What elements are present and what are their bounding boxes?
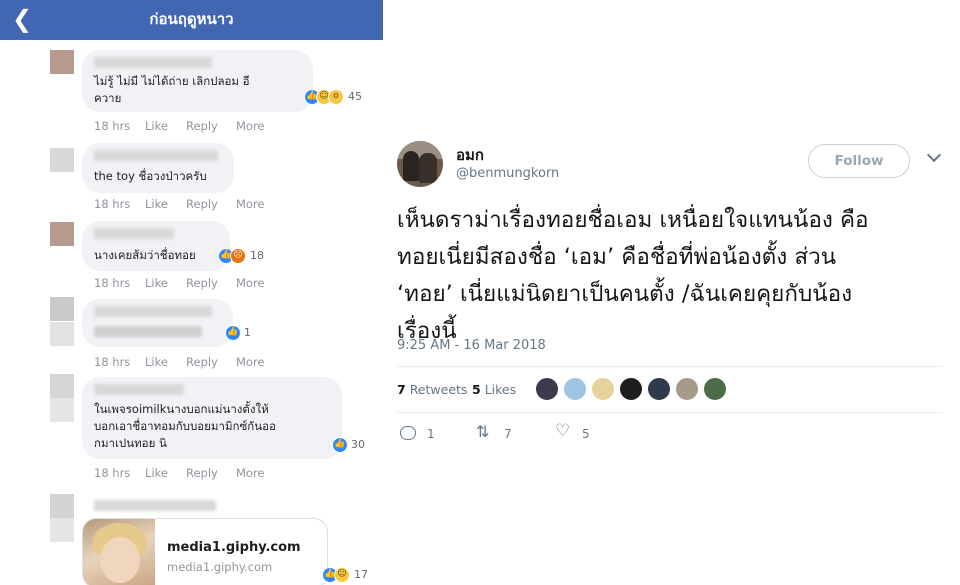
like-reaction-icon: 👍 [332, 437, 348, 453]
avatar[interactable] [397, 141, 443, 187]
avatar[interactable] [50, 50, 74, 74]
tweet-panel: อมก @benmungkorn Follow เห็นดราม่าเรื่อง… [383, 0, 960, 585]
reaction-summary[interactable]: 👍 30 [332, 436, 376, 454]
link-preview-card[interactable]: media1.giphy.com media1.giphy.com [82, 518, 328, 585]
tweet-text: เห็นดราม่าเรื่องทอยชื่อเอม เหนื่อยใจแทนน… [397, 202, 942, 350]
avatar[interactable] [50, 297, 74, 321]
like-reaction-icon: 👍 [225, 325, 241, 341]
reply-count: 1 [427, 427, 435, 441]
comment-time: 18 hrs [94, 197, 131, 211]
blurred-commenter-name[interactable] [94, 384, 184, 395]
reply-link[interactable]: Reply [186, 466, 218, 480]
avatar[interactable] [50, 222, 74, 246]
avatar-placeholder [50, 322, 74, 346]
liker-avatar[interactable] [647, 377, 671, 401]
retweets-stat[interactable]: 7 Retweets [397, 382, 467, 397]
like-link[interactable]: Like [145, 355, 168, 369]
reply-icon [400, 426, 416, 440]
wow-reaction-icon: o [328, 89, 344, 105]
liker-avatar[interactable] [675, 377, 699, 401]
more-link[interactable]: More [236, 197, 265, 211]
comment-text: the toy ชื่อวงป่าวครับ [94, 169, 207, 183]
chevron-down-icon[interactable] [926, 147, 942, 163]
likes-count: 5 [472, 382, 481, 397]
liker-avatar[interactable] [703, 377, 727, 401]
tweet-text-line: ทอยเนี่ยมีสองชื่อ ‘เอม’ คือชื่อที่พ่อน้อ… [397, 244, 837, 270]
retweets-count: 7 [397, 382, 406, 397]
reply-link[interactable]: Reply [186, 197, 218, 211]
blurred-commenter-name[interactable] [94, 500, 216, 511]
avatar-placeholder [50, 398, 74, 422]
like-count: 5 [582, 427, 590, 441]
blurred-commenter-name[interactable] [94, 306, 212, 317]
liker-avatar[interactable] [535, 377, 559, 401]
more-link[interactable]: More [236, 466, 265, 480]
chevron-left-icon[interactable]: ❮ [12, 6, 32, 32]
reaction-summary[interactable]: 👍 ☹ 18 [218, 247, 268, 265]
reaction-summary[interactable]: 👍 1 [225, 324, 265, 342]
fb-header: ก่อนฤดูหนาว ❮ [0, 0, 383, 40]
comment-time: 18 hrs [94, 355, 131, 369]
liker-avatar[interactable] [563, 377, 587, 401]
divider [397, 412, 943, 413]
liker-avatar[interactable] [591, 377, 615, 401]
avatar[interactable] [50, 374, 74, 398]
like-link[interactable]: Like [145, 466, 168, 480]
retweet-count: 7 [504, 427, 512, 441]
reaction-count: 18 [250, 249, 264, 262]
like-link[interactable]: Like [145, 119, 168, 133]
blurred-comment-text [94, 326, 202, 337]
reaction-count: 45 [348, 90, 362, 103]
blurred-commenter-name[interactable] [94, 228, 174, 239]
reaction-summary[interactable]: 👍 ☺ 17 [322, 566, 372, 584]
likes-label: Likes [484, 382, 517, 397]
tweet-display-name[interactable]: อมก [456, 143, 484, 167]
blurred-commenter-name[interactable] [94, 150, 218, 161]
heart-icon: ♡ [555, 421, 571, 441]
like-link[interactable]: Like [145, 276, 168, 290]
like-link[interactable]: Like [145, 197, 168, 211]
comment-text: ในเพจรoimilkนางบอกแม่นางตั้งให้ บอกเอาชื… [94, 402, 276, 450]
reply-link[interactable]: Reply [186, 355, 218, 369]
link-title: media1.giphy.com [167, 540, 301, 555]
reply-link[interactable]: Reply [186, 119, 218, 133]
avatar-placeholder [50, 518, 74, 542]
retweet-icon: ⇅ [476, 422, 490, 441]
liker-avatar[interactable] [619, 377, 643, 401]
avatar[interactable] [50, 494, 74, 518]
comment-time: 18 hrs [94, 119, 131, 133]
reaction-count: 17 [354, 568, 368, 581]
follow-button[interactable]: Follow [808, 144, 910, 178]
reaction-count: 1 [244, 326, 251, 339]
haha-reaction-icon: ☺ [334, 567, 350, 583]
more-link[interactable]: More [236, 119, 265, 133]
comment-time: 18 hrs [94, 276, 131, 290]
tweet-text-line: เห็นดราม่าเรื่องทอยชื่อเอม เหนื่อยใจแทนน… [397, 207, 869, 233]
tweet-timestamp[interactable]: 9:25 AM - 16 Mar 2018 [397, 338, 546, 353]
link-domain: media1.giphy.com [167, 560, 273, 574]
blurred-commenter-name[interactable] [94, 57, 212, 68]
avatar[interactable] [50, 148, 74, 172]
angry-reaction-icon: ☹ [230, 248, 246, 264]
comment-time: 18 hrs [94, 466, 131, 480]
reply-link[interactable]: Reply [186, 276, 218, 290]
fb-header-title: ก่อนฤดูหนาว [149, 10, 234, 28]
tweet-text-line: ‘ทอย’ เนี่ยแม่นิดยาเป็นคนตั้ง /ฉันเคยคุย… [397, 281, 853, 307]
more-link[interactable]: More [236, 355, 265, 369]
comment-text: ไม่รู้ ไม่มี ไม่ได้ถ่าย เลิกปลอม อี ควาย [94, 74, 250, 105]
reaction-summary[interactable]: 👍 ☺ o 45 [304, 88, 374, 106]
link-thumbnail [83, 519, 155, 585]
more-link[interactable]: More [236, 276, 265, 290]
retweets-label: Retweets [409, 382, 468, 397]
facebook-comments-panel: ก่อนฤดูหนาว ❮ ไม่รู้ ไม่มี ไม่ได้ถ่าย เล… [0, 0, 383, 585]
comment-text: นางเคยส้มว่าชื่อทอย [94, 248, 196, 262]
tweet-handle[interactable]: @benmungkorn [456, 166, 559, 181]
divider [397, 366, 943, 367]
likes-stat[interactable]: 5 Likes [472, 382, 516, 397]
reaction-count: 30 [351, 438, 365, 451]
